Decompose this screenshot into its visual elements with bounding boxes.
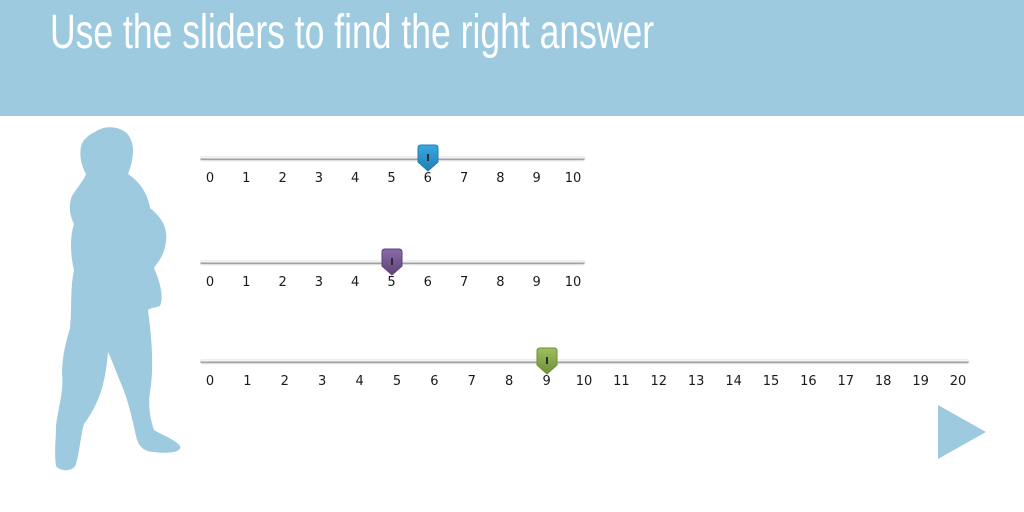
tick-label: 15	[762, 374, 780, 389]
tick-label: 10	[575, 374, 593, 389]
tick-label: 1	[242, 275, 251, 290]
tick-label: 12	[650, 374, 668, 389]
child-silhouette-icon	[55, 127, 181, 471]
next-arrow-button[interactable]	[938, 405, 986, 459]
slide-canvas: Use the sliders to find the right answer…	[0, 0, 1024, 512]
slider-thumb[interactable]	[417, 144, 439, 172]
tick-label: 2	[278, 171, 287, 186]
tick-label: 3	[314, 171, 324, 186]
slider-purple[interactable]: 0 1 2 3 4 5 6 7 8 9 10	[200, 248, 585, 294]
slider-thumb[interactable]	[536, 347, 558, 375]
tick-label: 9	[532, 275, 541, 290]
slider-thumb[interactable]	[381, 248, 403, 276]
tick-label: 0	[205, 374, 215, 389]
tick-label: 10	[564, 171, 582, 186]
tick-label: 10	[564, 275, 582, 290]
tick-label: 0	[205, 171, 215, 186]
tick-label: 19	[912, 374, 929, 389]
tick-label: 1	[243, 374, 252, 389]
tick-label: 3	[314, 275, 324, 290]
tick-label: 11	[613, 374, 630, 389]
slider-green[interactable]: 0 1 2 3 4 5 6 7 8 9 10 11 12 13 14 15 16 17 18 19 20	[200, 347, 969, 393]
tick-label: 5	[387, 171, 396, 186]
tick-label: 9	[532, 171, 541, 186]
child-silhouette-shape	[55, 127, 181, 471]
tick-label: 5	[387, 275, 396, 290]
tick-label: 6	[423, 275, 432, 290]
tick-label: 1	[242, 171, 251, 186]
tick-label: 13	[687, 374, 705, 389]
tick-label: 5	[392, 374, 402, 389]
tick-label: 8	[496, 275, 505, 290]
tick-label: 4	[355, 374, 364, 389]
slider-thumb-grip	[390, 258, 393, 265]
tick-label: 2	[278, 275, 287, 290]
header-banner: Use the sliders to find the right answer	[0, 0, 1024, 116]
tick-label: 7	[459, 275, 469, 290]
tick-label: 4	[351, 275, 360, 290]
slider-blue[interactable]: 0 1 2 3 4 5 6 7 8 9 10	[200, 144, 585, 190]
slider-track[interactable]	[200, 359, 969, 363]
tick-label: 7	[459, 171, 469, 186]
slider-track[interactable]	[200, 156, 585, 160]
tick-label: 6	[430, 374, 439, 389]
tick-label: 7	[467, 374, 476, 389]
tick-label: 20	[949, 374, 967, 389]
slider-thumb-grip	[545, 357, 548, 364]
page-title: Use the sliders to find the right answer	[50, 6, 655, 59]
tick-label: 17	[837, 374, 855, 389]
tick-label: 8	[496, 171, 505, 186]
tick-label: 8	[505, 374, 514, 389]
tick-label: 0	[205, 275, 215, 290]
tick-label: 18	[874, 374, 892, 389]
play-arrow-icon[interactable]	[938, 405, 986, 459]
slider-thumb-grip	[426, 154, 429, 161]
tick-label: 3	[318, 374, 327, 389]
tick-label: 2	[280, 374, 289, 389]
tick-label: 4	[351, 171, 360, 186]
tick-label: 14	[725, 374, 742, 389]
tick-label: 9	[542, 374, 551, 389]
tick-label: 16	[800, 374, 817, 389]
tick-label: 6	[423, 171, 432, 186]
